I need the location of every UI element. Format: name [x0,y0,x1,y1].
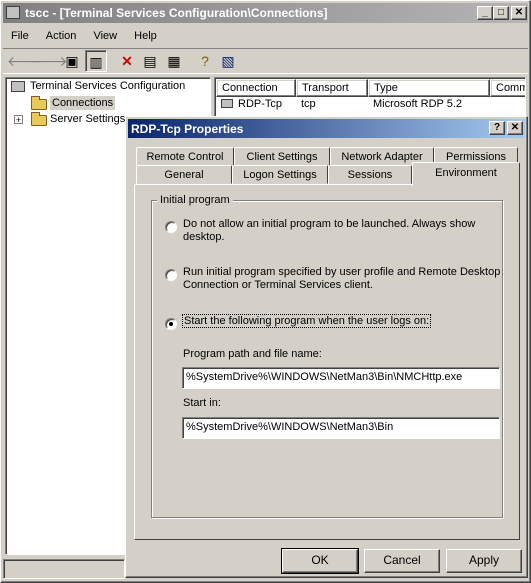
toolbar: 🡐 🡒 ▣ ▥ ✕ ▤ ▦ ? ▧ [3,48,528,74]
forward-arrow-icon[interactable]: 🡒 [30,50,68,72]
option3-label[interactable]: Start the following program when the use… [181,314,432,328]
dialog-help-button[interactable]: ? [489,121,505,135]
help-icon[interactable]: ? [194,50,216,72]
back-arrow-icon[interactable]: 🡐 [7,50,45,72]
column-header-transport[interactable]: Transport [296,79,368,97]
menu-help[interactable]: Help [127,27,164,45]
dialog-close-button[interactable]: ✕ [507,121,523,135]
properties-icon[interactable]: ▤ [139,50,161,72]
dialog-title-text: RDP-Tcp Properties [131,122,244,136]
connection-icon [221,99,233,108]
column-header-comment[interactable]: Comme [490,79,525,97]
menu-action[interactable]: Action [39,27,84,45]
folder-icon [31,96,47,110]
main-title-bar[interactable]: tscc - [Terminal Services Configuration\… [3,3,528,23]
column-header-type[interactable]: Type [368,79,490,97]
tab-client-settings[interactable]: Client Settings [234,147,330,166]
app-icon [6,6,20,19]
dialog-title-bar[interactable]: RDP-Tcp Properties ? ✕ [128,119,525,138]
folder-icon [31,112,47,126]
program-path-label: Program path and file name: [183,348,322,360]
expand-plus-icon[interactable]: + [14,115,23,125]
option2-label[interactable]: Run initial program specified by user pr… [183,266,503,292]
radio-option-2[interactable] [165,269,177,281]
menu-file[interactable]: File [4,27,36,45]
close-button[interactable]: ✕ [511,6,527,20]
properties-dialog: RDP-Tcp Properties ? ✕ Remote Control Cl… [125,116,528,578]
column-header-connection[interactable]: Connection [216,79,296,97]
tab-general[interactable]: General [136,165,232,184]
show-tree-icon[interactable]: ▥ [85,50,107,72]
program-path-field[interactable]: %SystemDrive%\WINDOWS\NetMan3\Bin\NMCHtt… [182,367,500,389]
tree-item-server-settings[interactable]: Server Settings [50,112,125,126]
apply-button[interactable]: Apply [446,549,522,573]
tab-logon-settings[interactable]: Logon Settings [232,165,328,184]
tree-item-connections[interactable]: Connections [50,96,116,110]
menu-bar: File Action View Help [4,27,524,45]
start-in-field[interactable]: %SystemDrive%\WINDOWS\NetMan3\Bin [182,417,500,439]
tree-root[interactable]: Terminal Services Configuration [30,80,185,92]
tab-panel: Initial program Do not allow an initial … [134,184,520,540]
minimize-button[interactable]: _ [477,6,493,20]
row-transport: tcp [301,98,316,110]
group-label: Initial program [157,194,233,206]
status-bar [3,559,125,579]
up-folder-icon[interactable]: ▣ [61,50,83,72]
radio-option-3[interactable] [165,318,177,330]
start-in-label: Start in: [183,397,221,409]
tab-sessions[interactable]: Sessions [328,165,412,184]
delete-icon[interactable]: ✕ [116,50,138,72]
main-title-text: tscc - [Terminal Services Configuration\… [25,6,328,20]
tab-environment[interactable]: Environment [412,162,520,186]
table-row[interactable]: RDP-Tcp tcp Microsoft RDP 5.2 [216,97,525,113]
console-icon[interactable]: ▧ [217,50,239,72]
computer-icon [11,81,25,92]
tab-remote-control[interactable]: Remote Control [136,147,234,166]
ok-button[interactable]: OK [281,548,359,574]
option1-label[interactable]: Do not allow an initial program to be la… [183,218,483,244]
radio-option-1[interactable] [165,221,177,233]
row-connection: RDP-Tcp [238,98,283,110]
cancel-button[interactable]: Cancel [364,549,440,573]
menu-view[interactable]: View [86,27,124,45]
maximize-button[interactable]: □ [493,6,509,20]
row-type: Microsoft RDP 5.2 [373,98,463,110]
export-list-icon[interactable]: ▦ [163,50,185,72]
